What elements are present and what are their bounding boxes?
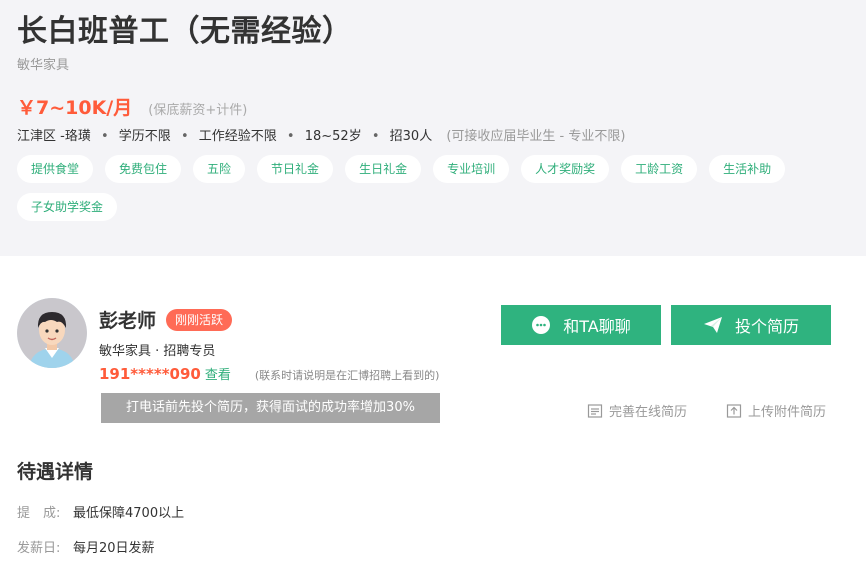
complete-online-resume-label: 完善在线简历	[609, 405, 688, 420]
benefit-tag: 人才奖励奖	[521, 155, 610, 183]
benefit-detail-label: 发薪日:	[17, 541, 61, 556]
chat-bubble-icon	[532, 316, 551, 334]
company-name[interactable]: 敏华家具	[17, 54, 69, 73]
benefit-tags: 提供食堂 免费包住 五险 节日礼金 生日礼金 专业培训 人才奖励奖 工龄工资 生…	[17, 155, 817, 221]
job-header: 长白班普工（无需经验） 敏华家具 ￥7~10K/月 (保底薪资+计件) 江津区 …	[0, 0, 866, 256]
paper-plane-icon	[703, 317, 722, 333]
send-resume-button[interactable]: 投个简历	[671, 305, 831, 345]
job-title: 长白班普工（无需经验）	[17, 14, 353, 49]
chat-button-label: 和TA聊聊	[563, 317, 631, 336]
avatar-illustration	[17, 298, 87, 368]
phone-note: (联系时请说明是在汇博招聘上看到的)	[254, 369, 440, 382]
benefit-detail-row: 发薪日: 每月20日发薪	[17, 537, 155, 556]
view-phone-link[interactable]: 查看	[205, 364, 231, 383]
salary-note: (保底薪资+计件)	[148, 103, 248, 118]
active-status-badge: 刚刚活跃	[166, 309, 233, 331]
upload-icon	[726, 403, 742, 418]
benefit-detail-label: 提 成:	[17, 506, 61, 521]
recruiter-name: 彭老师	[99, 310, 157, 332]
benefit-tag: 生活补助	[709, 155, 786, 183]
benefit-tag: 节日礼金	[257, 155, 334, 183]
benefit-detail-row: 提 成: 最低保障4700以上	[17, 502, 184, 521]
complete-online-resume-link[interactable]: 完善在线简历	[587, 401, 687, 420]
benefit-tag: 提供食堂	[17, 155, 94, 183]
benefit-detail-value: 每月20日发薪	[73, 541, 155, 556]
benefit-tag: 免费包住	[105, 155, 182, 183]
job-extra-note: (可接收应届毕业生 - 专业不限)	[446, 129, 626, 144]
job-meta: 江津区 -珞璜 • 学历不限 • 工作经验不限 • 18~52岁 • 招30人 …	[17, 129, 626, 144]
send-resume-label: 投个简历	[734, 317, 799, 336]
recruiter-role: 敏华家具 · 招聘专员	[99, 344, 216, 359]
phone-tooltip: 打电话前先投个简历，获得面试的成功率增加30%	[101, 393, 440, 423]
benefit-detail-value: 最低保障4700以上	[73, 506, 185, 521]
job-education: 学历不限	[118, 129, 171, 144]
upload-attachment-resume-label: 上传附件简历	[748, 405, 827, 420]
benefit-tag: 五险	[193, 155, 246, 183]
job-location: 江津区 -珞璜	[17, 129, 91, 144]
benefit-tag: 子女助学奖金	[17, 193, 118, 221]
recruiter-avatar	[17, 298, 87, 368]
job-headcount: 招30人	[389, 129, 433, 144]
chat-button[interactable]: 和TA聊聊	[501, 305, 661, 345]
benefit-tag: 工龄工资	[621, 155, 698, 183]
document-icon	[587, 403, 603, 418]
phone-row: 191*****090 查看 (联系时请说明是在汇博招聘上看到的)	[99, 364, 439, 383]
job-age: 18~52岁	[304, 129, 362, 144]
salary: ￥7~10K/月	[17, 97, 133, 119]
upload-attachment-resume-link[interactable]: 上传附件简历	[726, 401, 826, 420]
benefits-section-title: 待遇详情	[17, 461, 94, 483]
salary-row: ￥7~10K/月 (保底薪资+计件)	[17, 93, 247, 120]
benefit-tag: 生日礼金	[345, 155, 422, 183]
benefit-tag: 专业培训	[433, 155, 510, 183]
recruiter-phone: 191*****090	[99, 365, 201, 383]
job-experience: 工作经验不限	[198, 129, 277, 144]
